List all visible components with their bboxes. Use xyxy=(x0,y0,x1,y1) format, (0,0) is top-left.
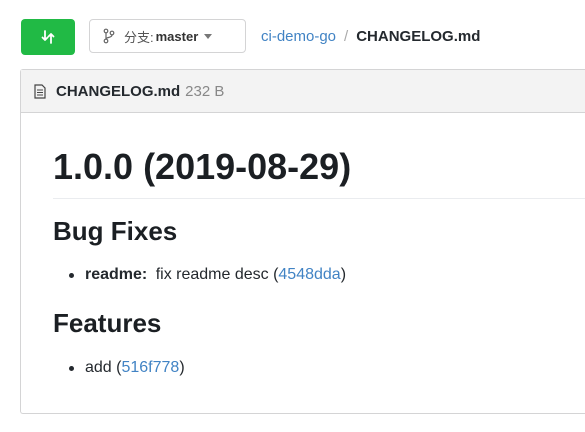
features-heading: Features xyxy=(53,308,162,338)
git-branch-icon xyxy=(103,28,115,44)
bullet xyxy=(69,365,74,371)
bug-fixes-heading: Bug Fixes xyxy=(53,216,178,246)
branch-name: master xyxy=(155,28,199,44)
compare-arrows-icon xyxy=(41,30,55,44)
feature-commit-link[interactable]: 516f778 xyxy=(121,359,179,377)
file-viewer: CHANGELOG.md 232 B 1.0.0 (2019-08-29) Bu… xyxy=(20,69,585,414)
branch-label: 分支: xyxy=(124,29,154,45)
bug-fix-close: ) xyxy=(340,266,347,283)
file-header: CHANGELOG.md 232 B xyxy=(21,70,585,113)
breadcrumb-repo-link[interactable]: ci-demo-go xyxy=(261,28,336,45)
branch-selector[interactable]: 分支: master xyxy=(89,19,246,53)
feature-text: add ( xyxy=(85,359,122,376)
list-item: add ( 516f778 ) xyxy=(53,359,185,377)
breadcrumb-separator: / xyxy=(344,28,349,45)
bug-fix-commit-link[interactable]: 4548dda xyxy=(278,266,340,284)
file-text-icon xyxy=(34,83,46,99)
list-item: readme: fix readme desc ( 4548dda ) xyxy=(53,266,346,284)
bug-fix-scope: readme: xyxy=(85,266,148,283)
file-name: CHANGELOG.md xyxy=(56,82,181,100)
breadcrumb-current-file: CHANGELOG.md xyxy=(356,28,481,45)
features-list: add ( 516f778 ) xyxy=(53,359,185,377)
repo-toolbar: 分支: master ci-demo-go / CHANGELOG.md xyxy=(0,0,585,70)
bug-fix-text: fix readme desc ( xyxy=(151,266,279,283)
bullet xyxy=(69,272,74,278)
file-size: 232 B xyxy=(185,82,225,100)
heading-divider xyxy=(53,198,585,199)
compare-button[interactable] xyxy=(21,19,75,55)
bug-fixes-list: readme: fix readme desc ( 4548dda ) xyxy=(53,266,346,284)
breadcrumb: ci-demo-go / CHANGELOG.md xyxy=(261,28,480,45)
feature-close: ) xyxy=(179,359,185,376)
release-title: 1.0.0 (2019-08-29) xyxy=(53,146,352,187)
caret-down-icon xyxy=(204,33,213,39)
